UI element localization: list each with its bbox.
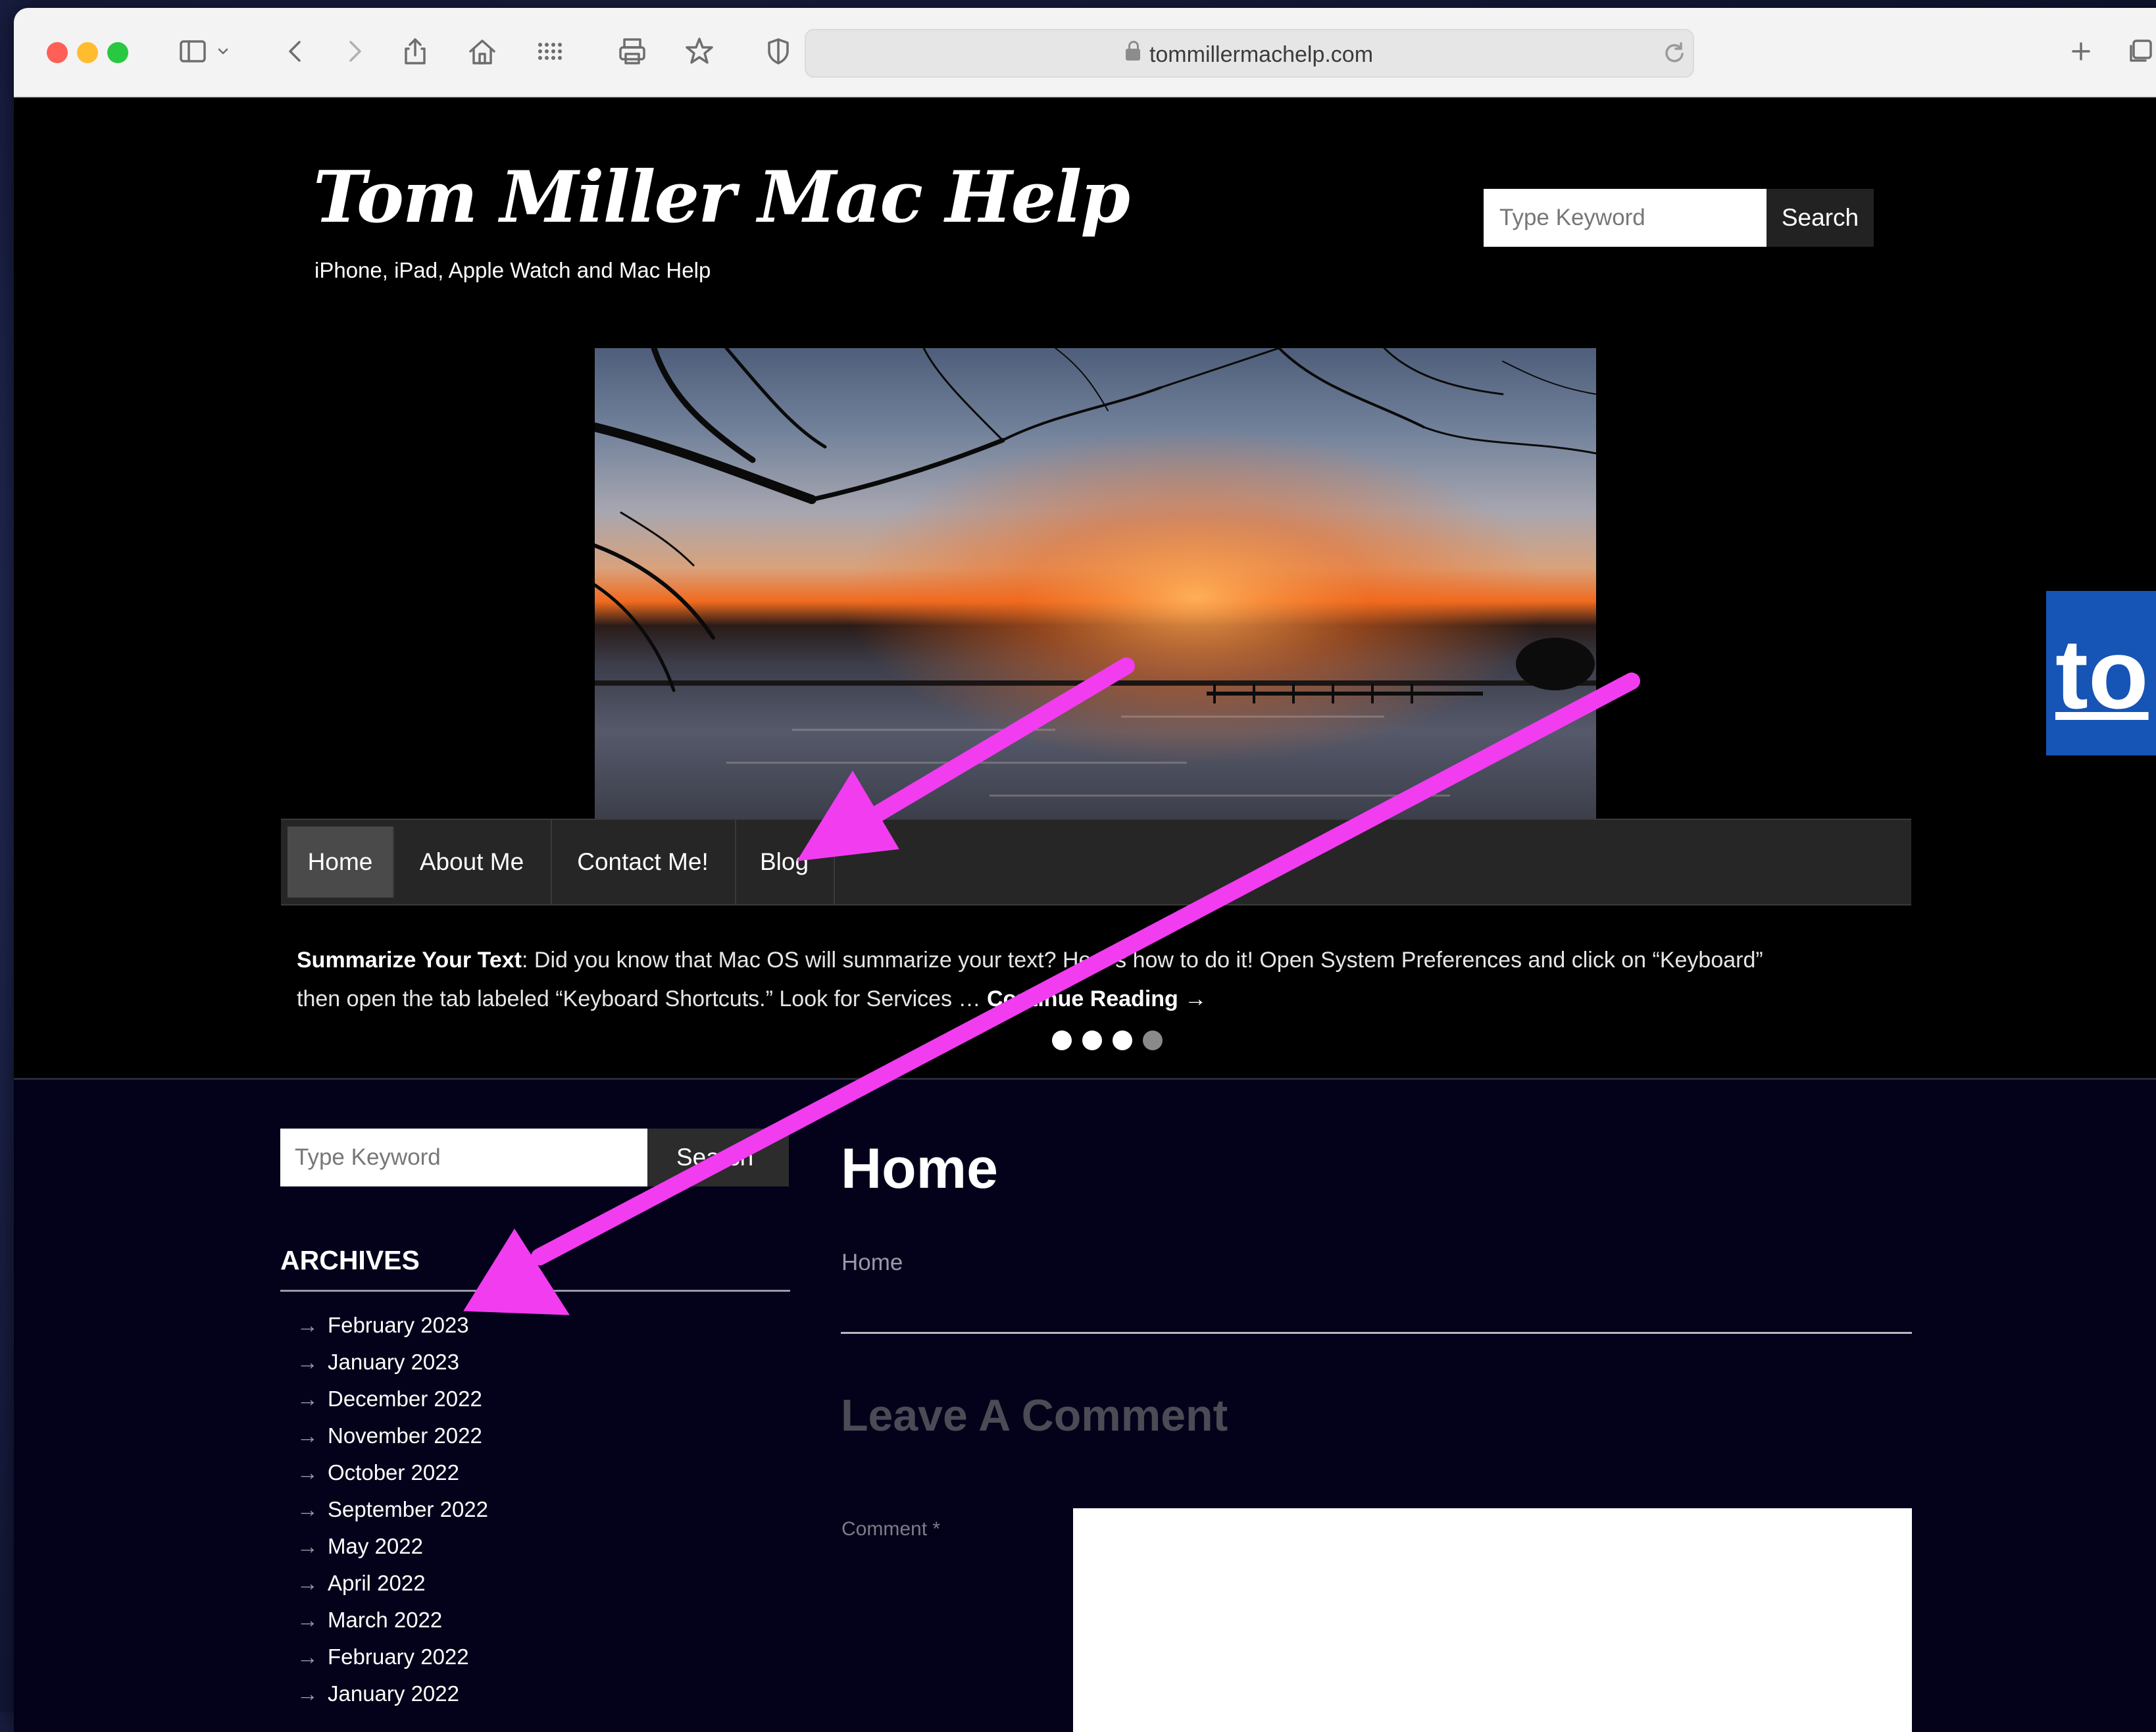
close-window-button[interactable] xyxy=(47,42,68,63)
archive-link[interactable]: → January 2023 xyxy=(297,1350,459,1375)
chevron-down-icon[interactable] xyxy=(211,30,235,72)
comment-textarea[interactable] xyxy=(1073,1508,1912,1732)
archive-link[interactable]: → October 2022 xyxy=(297,1460,459,1485)
breadcrumb[interactable]: Home xyxy=(841,1250,903,1276)
comment-heading: Leave A Comment xyxy=(841,1390,1228,1440)
continue-reading-link[interactable]: Continue Reading → xyxy=(987,986,1207,1011)
content-divider xyxy=(841,1332,1912,1334)
tab-overview-icon[interactable] xyxy=(2119,30,2156,72)
arrow-right-icon: → xyxy=(297,1460,318,1485)
bookmark-star-icon[interactable] xyxy=(678,30,720,72)
arrow-right-icon: → xyxy=(297,1571,318,1595)
site-tagline: iPhone, iPad, Apple Watch and Mac Help xyxy=(314,258,711,282)
arrow-right-icon: → xyxy=(297,1350,318,1374)
page-title: Home xyxy=(841,1137,998,1200)
sidebar-search-input[interactable]: Type Keyword xyxy=(280,1129,647,1186)
zoom-window-button[interactable] xyxy=(107,42,128,63)
archive-link[interactable]: → September 2022 xyxy=(297,1497,488,1522)
archive-link[interactable]: → April 2022 xyxy=(297,1571,426,1596)
address-bar[interactable]: tommillermachelp.com xyxy=(805,29,1694,78)
nav-contact-me[interactable]: Contact Me! xyxy=(551,820,736,904)
new-tab-icon[interactable] xyxy=(2060,30,2102,72)
home-icon[interactable] xyxy=(461,30,503,72)
header-search-input[interactable]: Type Keyword xyxy=(1484,189,1767,247)
reload-icon[interactable] xyxy=(1653,32,1695,74)
side-badge: to xyxy=(2046,591,2156,755)
sidebar-toggle-icon[interactable] xyxy=(172,30,214,72)
browser-window: tommillermachelp.com Tom Miller Mac Help… xyxy=(14,8,2156,1732)
arrow-right-icon: → xyxy=(297,1608,318,1632)
arrow-right-icon: → xyxy=(297,1644,318,1669)
header-search-button[interactable]: Search xyxy=(1767,189,1874,247)
archive-link[interactable]: → March 2022 xyxy=(297,1608,442,1633)
share-icon[interactable] xyxy=(394,30,436,72)
archive-link[interactable]: → February 2023 xyxy=(297,1313,469,1338)
sidebar-search-button[interactable]: Search xyxy=(647,1129,789,1186)
nav-blog[interactable]: Blog xyxy=(735,820,835,904)
site-title[interactable]: Tom Miller Mac Help xyxy=(313,156,1130,239)
archive-link[interactable]: → February 2022 xyxy=(297,1644,469,1669)
slider-dot-3[interactable] xyxy=(1113,1031,1132,1050)
print-icon[interactable] xyxy=(611,30,653,72)
arrow-right-icon: → xyxy=(297,1681,318,1706)
privacy-shield-icon[interactable] xyxy=(757,30,799,72)
lock-icon xyxy=(1125,41,1140,61)
teaser-title[interactable]: Summarize Your Text xyxy=(297,948,522,973)
archive-link[interactable]: → May 2022 xyxy=(297,1534,423,1559)
hero-sunset-image xyxy=(595,348,1596,827)
arrow-right-icon: → xyxy=(297,1534,318,1558)
arrow-right-icon: → xyxy=(297,1387,318,1411)
archive-link[interactable]: → December 2022 xyxy=(297,1387,482,1412)
back-icon[interactable] xyxy=(274,30,316,72)
slider-dot-2[interactable] xyxy=(1082,1031,1102,1050)
url-text: tommillermachelp.com xyxy=(1149,42,1374,67)
nav-about-me[interactable]: About Me xyxy=(393,820,552,904)
slider-dot-4[interactable] xyxy=(1143,1031,1163,1050)
featured-teaser: Summarize Your Text: Did you know that M… xyxy=(297,941,1902,1019)
arrow-right-icon: → xyxy=(297,1497,318,1521)
forward-icon[interactable] xyxy=(334,30,376,72)
arrow-right-icon: → xyxy=(297,1313,318,1337)
main-nav: Home About Me Contact Me! Blog xyxy=(281,819,1911,905)
archive-link[interactable]: → November 2022 xyxy=(297,1423,482,1448)
teaser-text-1: : Did you know that Mac OS will summariz… xyxy=(522,948,1763,973)
browser-toolbar: tommillermachelp.com xyxy=(14,8,2156,97)
comment-label: Comment * xyxy=(841,1518,941,1540)
teaser-text-2: then open the tab labeled “Keyboard Shor… xyxy=(297,986,987,1011)
archives-heading: ARCHIVES xyxy=(280,1245,420,1275)
archives-divider xyxy=(280,1290,790,1292)
archive-link[interactable]: → January 2022 xyxy=(297,1681,459,1706)
app-grid-icon[interactable] xyxy=(528,30,570,72)
nav-home[interactable]: Home xyxy=(288,827,394,898)
slider-dot-1[interactable] xyxy=(1052,1031,1072,1050)
minimize-window-button[interactable] xyxy=(77,42,98,63)
arrow-right-icon: → xyxy=(297,1423,318,1448)
